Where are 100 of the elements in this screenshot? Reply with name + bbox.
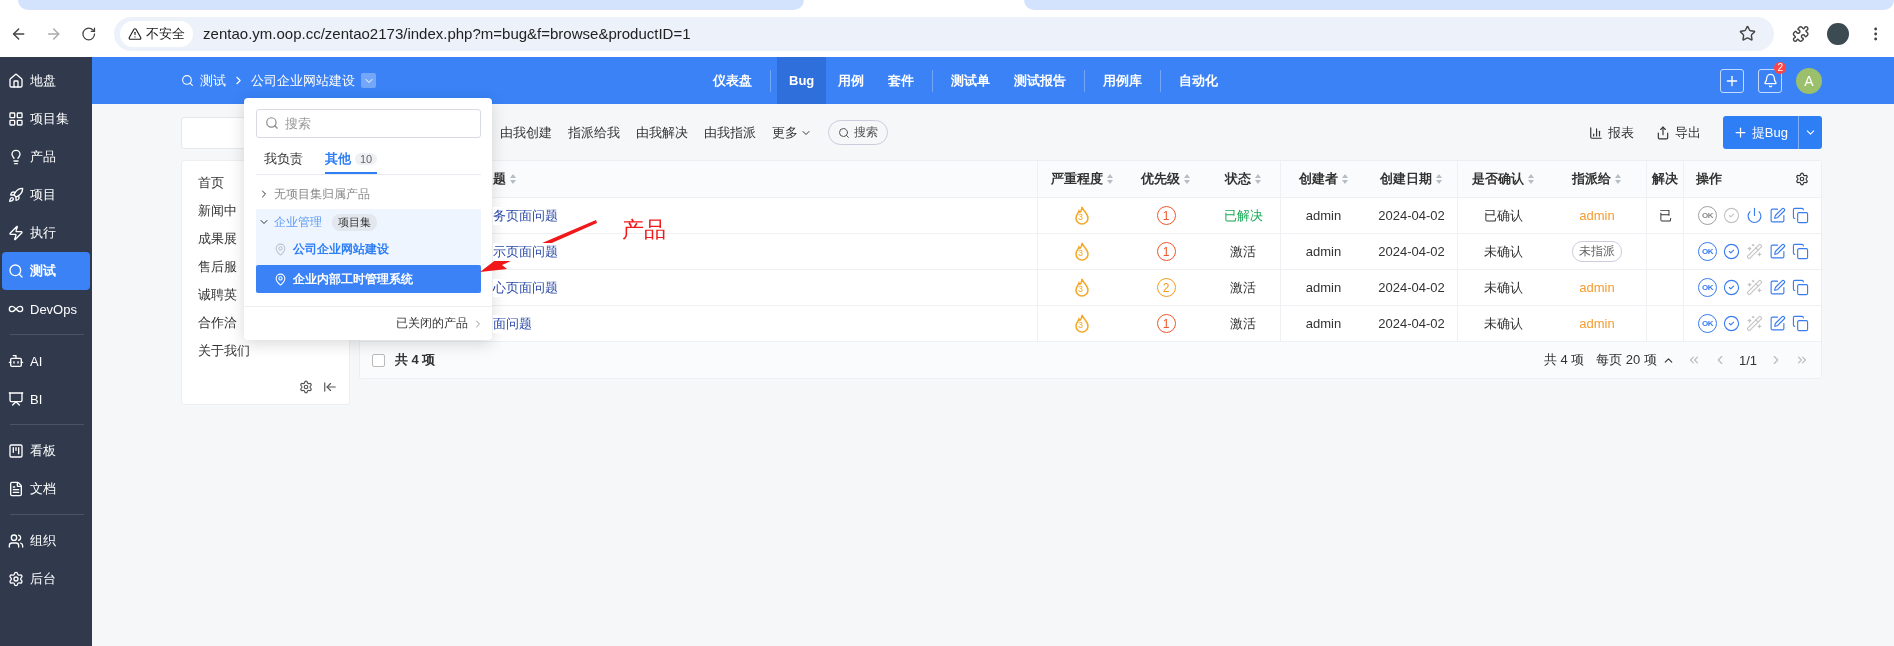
sidebar-item[interactable]: 地盘 [2, 62, 90, 100]
sidebar-item[interactable]: 项目 [2, 176, 90, 214]
check-circle-icon[interactable] [1723, 315, 1740, 332]
sidebar-item[interactable]: BI [2, 380, 90, 418]
add-button[interactable] [1720, 68, 1744, 93]
edit-icon[interactable] [1769, 243, 1786, 260]
bug-title-link[interactable]: 示页面问题 [493, 242, 558, 261]
program-group[interactable]: 企业管理 项目集 [256, 209, 481, 235]
sort-icon[interactable] [1614, 173, 1622, 185]
check-circle-icon[interactable] [1723, 243, 1740, 260]
module-item[interactable]: 关于我们 [198, 337, 349, 365]
sort-icon[interactable] [1105, 173, 1114, 185]
nav-tab[interactable]: 自动化 [1167, 57, 1231, 104]
nav-tab[interactable]: Bug [777, 57, 827, 104]
edit-icon[interactable] [1769, 315, 1786, 332]
sort-icon[interactable] [509, 173, 517, 185]
last-page-icon[interactable] [1795, 353, 1809, 367]
settings-icon[interactable] [1795, 172, 1809, 186]
bookmark-star-icon[interactable] [1739, 25, 1757, 42]
sidebar-item[interactable]: DevOps [2, 290, 90, 328]
copy-icon[interactable] [1792, 315, 1809, 332]
sort-icon[interactable] [1340, 173, 1349, 185]
more-tab[interactable]: 更多 [766, 123, 818, 142]
status-text: 激活 [1230, 314, 1256, 333]
date-text: 2024-04-02 [1378, 244, 1445, 259]
column-header[interactable]: 状态 [1224, 170, 1251, 188]
reload-icon[interactable] [80, 25, 97, 42]
nav-tab[interactable]: 套件 [876, 57, 927, 104]
column-header[interactable]: 严重程度 [1050, 170, 1103, 188]
nav-tab[interactable]: 用例库 [1091, 57, 1155, 104]
breadcrumb-link[interactable]: 测试 [200, 71, 226, 90]
copy-icon[interactable] [1792, 279, 1809, 296]
bug-title-link[interactable]: 务页面问题 [493, 206, 558, 225]
column-header[interactable]: 创建日期 [1380, 170, 1432, 188]
check-circle-icon[interactable] [1723, 279, 1740, 296]
column-header[interactable]: 优先级 [1141, 170, 1180, 188]
sidebar-item[interactable]: 组织 [2, 522, 90, 560]
copy-icon[interactable] [1792, 243, 1809, 260]
product-search-field[interactable]: 搜索 [256, 109, 481, 138]
sort-icon[interactable] [1253, 173, 1262, 185]
sidebar-item[interactable]: 测试 [2, 252, 90, 290]
filter-tab[interactable]: 指派给我 [562, 123, 626, 142]
bug-title-link[interactable]: 面问题 [493, 314, 532, 333]
url-text: zentao.ym.oop.cc/zentao2173/index.php?m=bug&f=browse&productID=1 [203, 25, 692, 42]
closed-products-link[interactable]: 已关闭的产品 [244, 306, 492, 340]
dropdown-toggle[interactable] [361, 73, 376, 88]
sidebar-item[interactable]: 后台 [2, 560, 90, 598]
sort-icon[interactable] [1183, 173, 1191, 185]
profile-avatar[interactable] [1827, 22, 1849, 45]
column-header[interactable]: 是否确认 [1471, 170, 1524, 188]
unassigned-tag[interactable]: 未指派 [1572, 241, 1622, 262]
program-group[interactable]: 无项目集归属产品 [256, 181, 481, 207]
product-item[interactable]: 公司企业网站建设 [256, 235, 481, 263]
filter-tab[interactable]: 由我指派 [698, 123, 762, 142]
collapse-icon[interactable] [323, 380, 337, 394]
creator-text: admin [1305, 280, 1342, 295]
nav-tab[interactable]: 测试单 [939, 57, 1003, 104]
extensions-icon[interactable] [1792, 24, 1810, 43]
edit-icon[interactable] [1769, 279, 1786, 296]
nav-tab[interactable]: 用例 [826, 57, 877, 104]
column-header[interactable]: 指派给 [1572, 170, 1611, 188]
sidebar-item[interactable]: 产品 [2, 138, 90, 176]
sort-icon[interactable] [1435, 173, 1443, 185]
date-text: 2024-04-02 [1378, 280, 1445, 295]
column-header[interactable]: 题 [493, 170, 506, 188]
settings-icon[interactable] [299, 380, 313, 394]
sidebar-item[interactable]: AI [2, 342, 90, 380]
copy-icon[interactable] [1792, 207, 1809, 224]
lightning-icon [8, 225, 24, 241]
bar-chart-icon [1588, 125, 1603, 140]
breadcrumb-link[interactable]: 公司企业网站建设 [251, 71, 355, 90]
nav-tab[interactable]: 测试报告 [1002, 57, 1079, 104]
sort-icon[interactable] [1526, 173, 1535, 185]
product-item[interactable]: 企业内部工时管理系统 [256, 265, 481, 293]
robot-icon [8, 353, 24, 369]
edit-icon[interactable] [1769, 207, 1786, 224]
filter-tab[interactable]: 由我创建 [494, 123, 558, 142]
nav-tab[interactable]: 仪表盘 [701, 57, 764, 104]
menu-tab[interactable]: 其他 10 [325, 146, 378, 174]
column-header[interactable]: 解决 [1652, 170, 1678, 188]
power-icon[interactable] [1746, 207, 1763, 224]
address-bar[interactable]: 不安全 zentao.ym.oop.cc/zentao2173/index.php?m=bug&f=browse&productID=1 [114, 16, 1775, 51]
severity-level: 3 [1078, 247, 1083, 258]
page-size-dropdown[interactable]: 每页 20 项 [1596, 351, 1675, 369]
security-chip[interactable]: 不安全 [120, 20, 194, 47]
report-button[interactable]: 报表 [1588, 123, 1634, 142]
bug-title-link[interactable]: 心页面问题 [493, 278, 558, 297]
menu-tab[interactable]: 我负责 [264, 146, 303, 174]
select-all-checkbox[interactable] [372, 353, 385, 367]
sidebar-item[interactable]: 执行 [2, 214, 90, 252]
export-button[interactable]: 导出 [1655, 123, 1701, 142]
sidebar-item[interactable]: 文档 [2, 470, 90, 508]
settings-icon [8, 571, 24, 587]
sidebar-item[interactable]: 看板 [2, 432, 90, 470]
sidebar-item[interactable]: 项目集 [2, 100, 90, 138]
column-header[interactable]: 创建者 [1298, 170, 1338, 188]
grid-icon [8, 111, 24, 127]
filter-tab[interactable]: 由我解决 [630, 123, 694, 142]
flame-icon [1073, 241, 1091, 262]
date-text: 2024-04-02 [1378, 316, 1445, 331]
